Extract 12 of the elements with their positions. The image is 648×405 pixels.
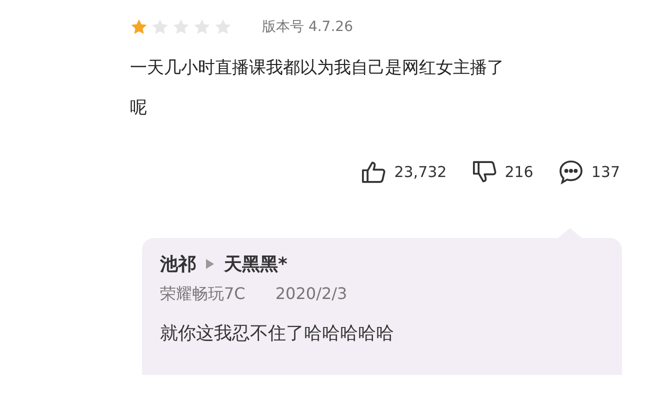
- version-label: 版本号 4.7.26: [262, 18, 353, 36]
- device-label: 荣耀畅玩7C: [160, 284, 246, 305]
- reply-author: 池祁: [160, 253, 196, 276]
- reply-text: 就你这我忍不住了哈哈哈哈哈: [160, 322, 395, 345]
- reply-target: 天黑黑*: [224, 253, 288, 276]
- like-button[interactable]: 23,732: [360, 158, 447, 186]
- comment-button[interactable]: 137: [557, 158, 620, 186]
- dislike-button[interactable]: 216: [470, 158, 534, 186]
- arrow-icon: [206, 259, 214, 269]
- reply-date: 2020/2/3: [275, 284, 348, 305]
- review-text: 一天几小时直播课我都以为我自己是网红女主播了呢: [130, 57, 505, 120]
- speech-bubble-icon: [557, 158, 586, 186]
